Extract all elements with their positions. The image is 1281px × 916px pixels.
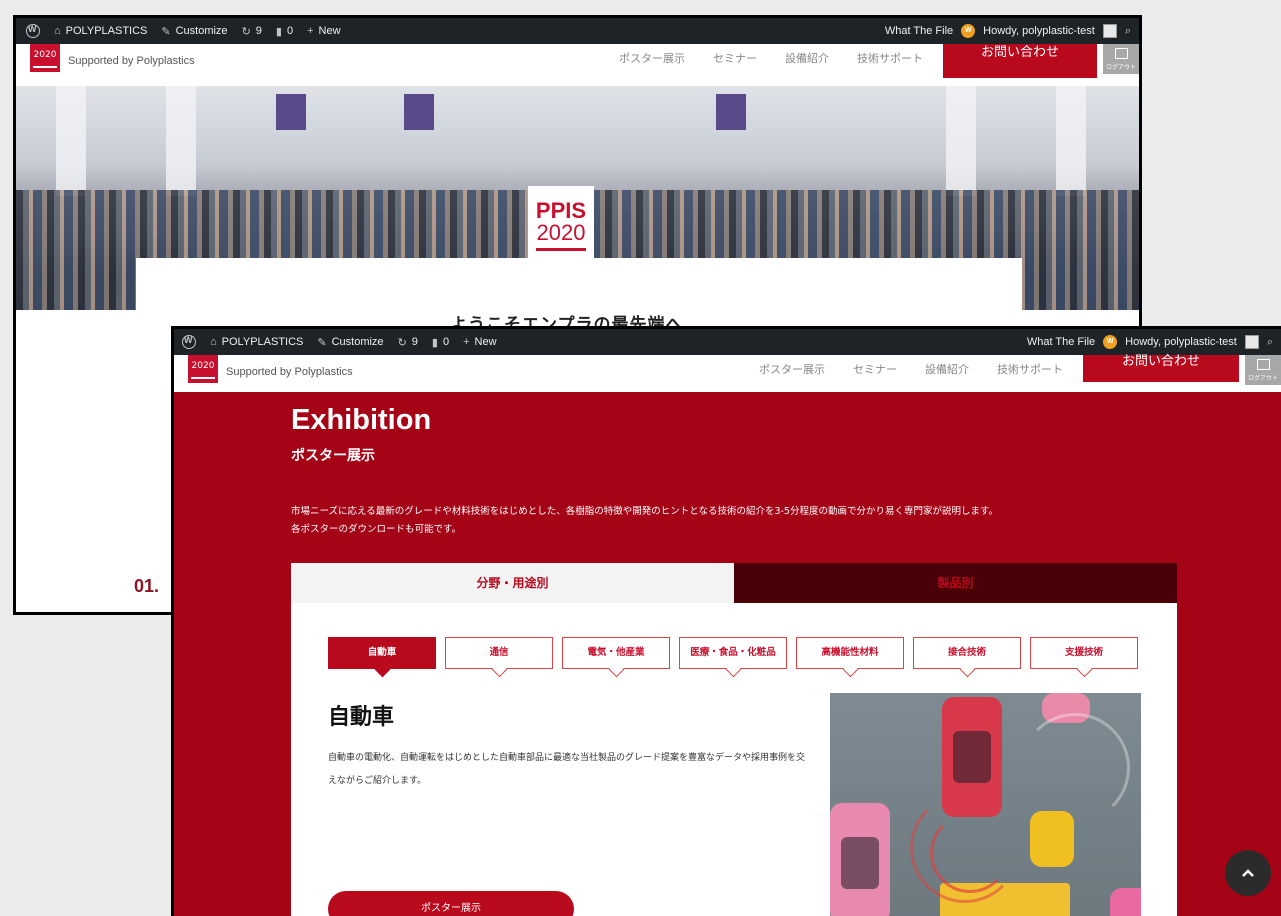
subtab-medical[interactable]: 医療・食品・化粧品 [679, 637, 787, 669]
what-the-file-icon: W [961, 24, 976, 38]
admin-site-link[interactable]: ⌂ POLYPLASTICS [210, 336, 303, 348]
logout-button[interactable]: ログアウト [1103, 44, 1139, 74]
admin-updates-link[interactable]: ↻ 9 [242, 25, 262, 38]
section-number: 01. [134, 576, 160, 596]
subtab-automotive[interactable]: 自動車 [328, 637, 436, 669]
logout-button[interactable]: ログアウト [1245, 355, 1281, 385]
avatar[interactable] [1244, 335, 1259, 349]
howdy-user-link[interactable]: Howdy, polyplastic-test [983, 25, 1095, 37]
poster-exhibit-button[interactable]: ポスター展示 [328, 891, 574, 916]
what-the-file-icon: W [1103, 335, 1118, 349]
admin-bar: ⌂POLYPLASTICS ✎Customize ↻9 ▮0 +New What… [174, 329, 1281, 355]
admin-new-link[interactable]: + New [307, 25, 340, 37]
admin-bar: ⌂POLYPLASTICS ✎Customize ↻9 ▮0 +New What… [16, 18, 1139, 44]
site-logo[interactable]: 2020 [30, 44, 60, 72]
comment-icon: ▮ [275, 25, 282, 38]
admin-customize-link[interactable]: ✎ Customize [317, 336, 383, 349]
contact-button[interactable]: お問い合わせ [943, 44, 1097, 78]
site-logo[interactable]: 2020 [188, 355, 218, 383]
site-header: 2020 Supported by Polyplastics ポスター展示 セミ… [16, 44, 1139, 86]
site-name-clipped [68, 44, 195, 50]
brush-icon: ✎ [317, 336, 327, 349]
nav-facility[interactable]: 設備紹介 [911, 355, 983, 377]
plus-icon: + [307, 25, 314, 37]
tab-panel: 自動車 通信 電気・他産業 医療・食品・化粧品 高機能性材料 接合技術 支援技術… [291, 603, 1177, 916]
nav-seminar[interactable]: セミナー [699, 44, 771, 66]
chevron-up-icon [1242, 869, 1254, 877]
comment-icon: ▮ [431, 336, 438, 349]
wordpress-logo-icon[interactable] [26, 24, 40, 38]
automotive-image [830, 693, 1141, 916]
subtab-telecom[interactable]: 通信 [445, 637, 553, 669]
howdy-user-link[interactable]: Howdy, polyplastic-test [1125, 336, 1237, 348]
exhibition-description: 市場ニーズに応える最新のグレードや材料技術をはじめとした、各樹脂の特徴や開発のヒ… [291, 506, 999, 535]
search-icon[interactable]: ⌕ [1125, 25, 1131, 38]
tab-by-field[interactable]: 分野・用途別 [291, 563, 734, 603]
nav-poster[interactable]: ポスター展示 [745, 355, 839, 377]
exhibition-tabs: 分野・用途別 製品別 [291, 563, 1177, 603]
site-tagline: Supported by Polyplastics [226, 366, 353, 378]
subtab-joining[interactable]: 接合技術 [913, 637, 1021, 669]
admin-new-link[interactable]: + New [463, 336, 496, 348]
refresh-icon: ↻ [397, 336, 407, 349]
admin-comments-link[interactable]: ▮ 0 [432, 336, 449, 349]
category-title: 自動車 [328, 705, 395, 730]
dashboard-icon: ⌂ [54, 25, 61, 37]
what-the-file-link[interactable]: What The File [1027, 336, 1095, 348]
exhibition-title: Exhibition [291, 404, 432, 436]
nav-tech-support[interactable]: 技術サポート [983, 355, 1077, 377]
nav-poster[interactable]: ポスター展示 [605, 44, 699, 66]
plus-icon: + [463, 336, 470, 348]
avatar[interactable] [1102, 24, 1117, 38]
wordpress-logo-icon[interactable] [182, 335, 196, 349]
exhibition-subtitle: ポスター展示 [291, 448, 375, 464]
site-header: 2020 Supported by Polyplastics ポスター展示 セミ… [174, 355, 1281, 392]
admin-customize-link[interactable]: ✎ Customize [161, 25, 227, 38]
subtab-advanced-materials[interactable]: 高機能性材料 [796, 637, 904, 669]
site-name-clipped [226, 355, 353, 361]
subtab-support[interactable]: 支援技術 [1030, 637, 1138, 669]
admin-comments-link[interactable]: ▮ 0 [276, 25, 293, 38]
nav-seminar[interactable]: セミナー [839, 355, 911, 377]
dashboard-icon: ⌂ [210, 336, 217, 348]
category-description: 自動車の電動化、自動運転をはじめとした自動車部品に最適な当社製品のグレード提案を… [328, 753, 806, 786]
what-the-file-link[interactable]: What The File [885, 25, 953, 37]
search-icon[interactable]: ⌕ [1267, 336, 1273, 349]
admin-site-link[interactable]: ⌂ POLYPLASTICS [54, 25, 147, 37]
tab-by-product[interactable]: 製品別 [734, 563, 1177, 603]
contact-button[interactable]: お問い合わせ [1083, 355, 1239, 382]
scroll-to-top-button[interactable] [1225, 850, 1271, 896]
main-nav: ポスター展示 セミナー 設備紹介 技術サポート お問い合わせ ログアウト [745, 355, 1281, 385]
category-tabs: 自動車 通信 電気・他産業 医療・食品・化粧品 高機能性材料 接合技術 支援技術 [328, 637, 1138, 669]
subtab-electric[interactable]: 電気・他産業 [562, 637, 670, 669]
brush-icon: ✎ [161, 25, 171, 38]
site-tagline: Supported by Polyplastics [68, 55, 195, 67]
front-browser-window: ⌂POLYPLASTICS ✎Customize ↻9 ▮0 +New What… [171, 326, 1281, 916]
refresh-icon: ↻ [241, 25, 251, 38]
main-nav: ポスター展示 セミナー 設備紹介 技術サポート お問い合わせ ログアウト [605, 44, 1139, 78]
admin-updates-link[interactable]: ↻ 9 [398, 336, 418, 349]
nav-tech-support[interactable]: 技術サポート [843, 44, 937, 66]
nav-facility[interactable]: 設備紹介 [771, 44, 843, 66]
